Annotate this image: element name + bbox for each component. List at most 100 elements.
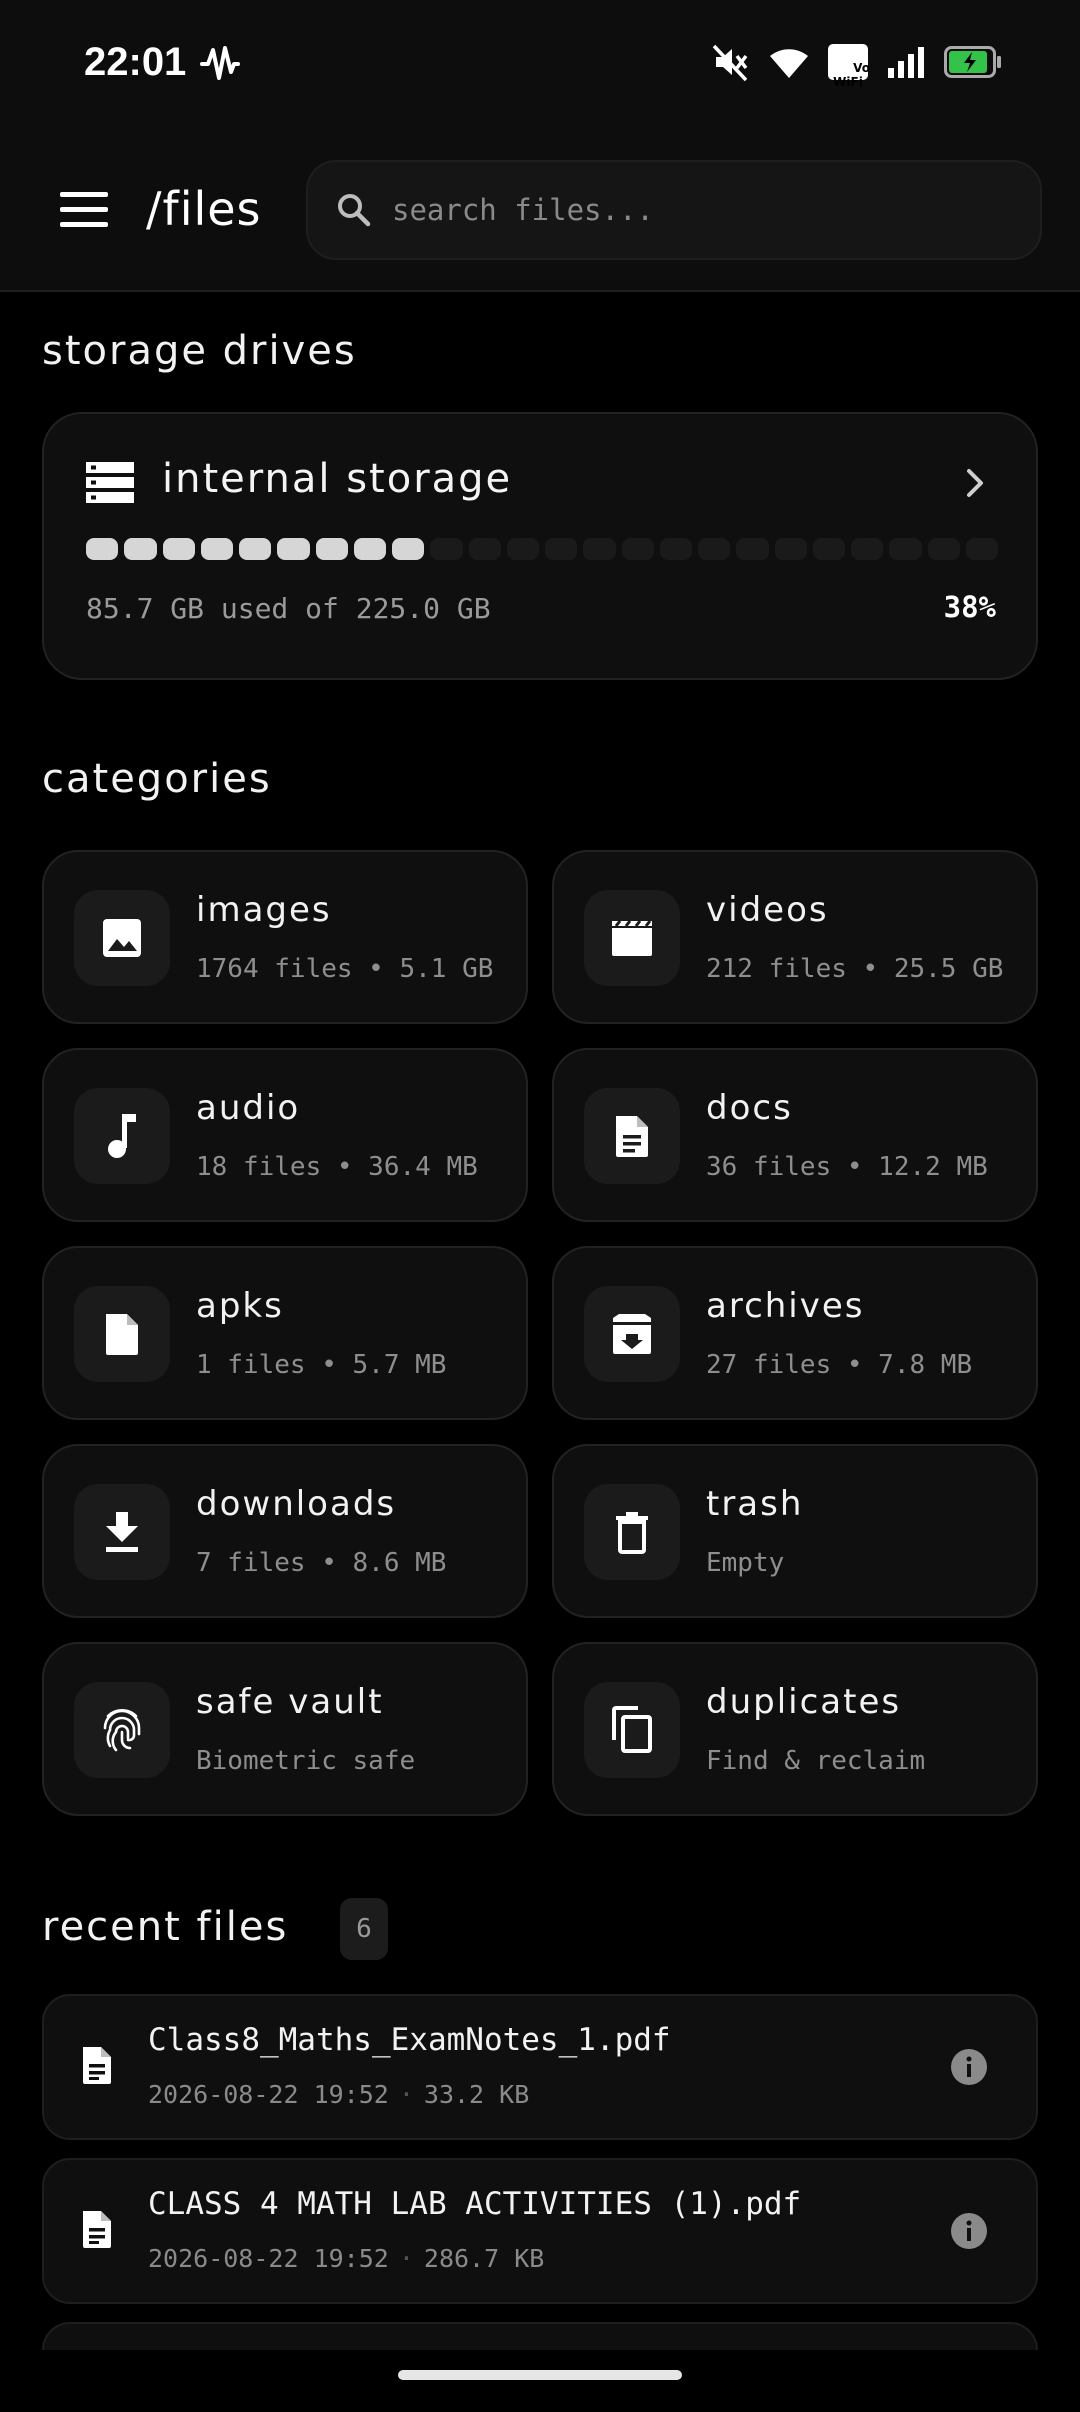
category-archives[interactable]: archives 27 files • 7.8 MB bbox=[552, 1246, 1038, 1420]
drive-name: internal storage bbox=[162, 456, 513, 502]
storage-usage-bar bbox=[86, 538, 998, 560]
vowifi-label: Vo WiFi bbox=[833, 61, 870, 89]
video-icon bbox=[612, 920, 652, 956]
storage-segment bbox=[583, 538, 616, 560]
document-icon bbox=[616, 1116, 648, 1157]
recent-file-row[interactable]: CLASS 4 MATH LAB ACTIVITIES (1).pdf 2026… bbox=[42, 2158, 1038, 2304]
category-safe-vault[interactable]: safe vault Biometric safe bbox=[42, 1642, 528, 1816]
storage-segment bbox=[698, 538, 731, 560]
storage-segment bbox=[889, 538, 922, 560]
home-indicator[interactable] bbox=[398, 2370, 682, 2380]
storage-segment bbox=[851, 538, 884, 560]
fingerprint-icon bbox=[103, 1709, 141, 1752]
file-name: CLASS 4 MATH LAB ACTIVITIES (1).pdf bbox=[148, 2186, 802, 2222]
document-icon bbox=[83, 2211, 111, 2248]
storage-segment bbox=[392, 538, 425, 560]
category-trash[interactable]: trash Empty bbox=[552, 1444, 1038, 1618]
storage-segment bbox=[621, 538, 654, 560]
storage-segment bbox=[506, 538, 539, 560]
file-size: 33.2 KB bbox=[423, 2080, 530, 2109]
category-name: downloads bbox=[196, 1484, 397, 1524]
category-icon-box bbox=[584, 1088, 680, 1184]
storage-segment bbox=[239, 538, 272, 560]
menu-icon[interactable] bbox=[60, 192, 108, 228]
battery-charging-icon bbox=[944, 46, 1001, 78]
category-downloads[interactable]: downloads 7 files • 8.6 MB bbox=[42, 1444, 528, 1618]
status-time: 22:01 bbox=[84, 40, 187, 84]
search-icon bbox=[338, 194, 371, 227]
recent-files-count-badge: 6 bbox=[340, 1898, 388, 1960]
category-icon-box bbox=[584, 1682, 680, 1778]
document-icon bbox=[83, 2047, 111, 2084]
storage-segment bbox=[353, 538, 386, 560]
category-name: trash bbox=[706, 1484, 804, 1524]
storage-segment bbox=[812, 538, 845, 560]
storage-segment bbox=[200, 538, 233, 560]
category-duplicates[interactable]: duplicates Find & reclaim bbox=[552, 1642, 1038, 1816]
download-icon bbox=[106, 1512, 138, 1552]
category-audio[interactable]: audio 18 files • 36.4 MB bbox=[42, 1048, 528, 1222]
category-videos[interactable]: videos 212 files • 25.5 GB bbox=[552, 850, 1038, 1024]
storage-segment bbox=[430, 538, 463, 560]
search-bar[interactable] bbox=[306, 160, 1042, 260]
category-name: archives bbox=[706, 1286, 865, 1326]
storage-section-title: storage drives bbox=[42, 328, 357, 374]
internal-storage-card[interactable]: internal storage 85.7 GB used of 225.0 G… bbox=[42, 412, 1038, 680]
file-icon bbox=[106, 1314, 138, 1355]
category-icon-box bbox=[74, 1682, 170, 1778]
mute-icon bbox=[712, 44, 748, 82]
category-meta: 1 files • 5.7 MB bbox=[196, 1350, 447, 1380]
chevron-right-icon bbox=[967, 469, 983, 497]
category-meta: 36 files • 12.2 MB bbox=[706, 1152, 988, 1182]
storage-segment bbox=[659, 538, 692, 560]
category-icon-box bbox=[74, 1484, 170, 1580]
file-date: 2026-08-22 19:52 bbox=[148, 2080, 389, 2109]
category-meta: 1764 files • 5.1 GB bbox=[196, 954, 494, 984]
copy-icon bbox=[612, 1706, 652, 1753]
file-date: 2026-08-22 19:52 bbox=[148, 2244, 389, 2273]
storage-segment bbox=[162, 538, 195, 560]
vowifi-icon: Vo WiFi bbox=[828, 44, 870, 89]
recent-file-row-partial[interactable] bbox=[42, 2322, 1038, 2350]
category-name: docs bbox=[706, 1088, 793, 1128]
image-icon bbox=[103, 919, 141, 957]
category-images[interactable]: images 1764 files • 5.1 GB bbox=[42, 850, 528, 1024]
search-input[interactable] bbox=[392, 193, 992, 227]
separator-dot: · bbox=[398, 2244, 414, 2273]
category-icon-box bbox=[584, 1484, 680, 1580]
storage-segment bbox=[927, 538, 960, 560]
info-icon[interactable] bbox=[950, 2212, 988, 2250]
file-size: 286.7 KB bbox=[423, 2244, 545, 2273]
page-title: /files bbox=[146, 182, 262, 236]
category-icon-box bbox=[584, 1286, 680, 1382]
category-meta: 18 files • 36.4 MB bbox=[196, 1152, 478, 1182]
recent-files-section-title: recent files bbox=[42, 1904, 289, 1950]
category-meta: 27 files • 7.8 MB bbox=[706, 1350, 973, 1380]
category-meta: Find & reclaim bbox=[706, 1746, 926, 1776]
category-icon-box bbox=[584, 890, 680, 986]
category-name: apks bbox=[196, 1286, 284, 1326]
storage-segment bbox=[545, 538, 578, 560]
storage-segment bbox=[965, 538, 998, 560]
file-meta: 2026-08-22 19:52 · 33.2 KB bbox=[148, 2080, 529, 2109]
file-name: Class8_Maths_ExamNotes_1.pdf bbox=[148, 2022, 671, 2058]
category-docs[interactable]: docs 36 files • 12.2 MB bbox=[552, 1048, 1038, 1222]
status-icons: Vo WiFi bbox=[710, 40, 1002, 89]
category-name: duplicates bbox=[706, 1682, 902, 1722]
category-name: safe vault bbox=[196, 1682, 384, 1722]
category-meta: 212 files • 25.5 GB bbox=[706, 954, 1004, 984]
storage-segment bbox=[277, 538, 310, 560]
info-icon[interactable] bbox=[950, 2048, 988, 2086]
category-icon-box bbox=[74, 890, 170, 986]
recent-file-row[interactable]: Class8_Maths_ExamNotes_1.pdf 2026-08-22 … bbox=[42, 1994, 1038, 2140]
storage-segment bbox=[774, 538, 807, 560]
audio-wave-icon bbox=[200, 46, 240, 80]
storage-icon bbox=[86, 462, 134, 503]
category-apks[interactable]: apks 1 files • 5.7 MB bbox=[42, 1246, 528, 1420]
category-meta: Empty bbox=[706, 1548, 785, 1578]
signal-icon bbox=[888, 47, 924, 78]
storage-segment bbox=[315, 538, 348, 560]
category-icon-box bbox=[74, 1088, 170, 1184]
trash-icon bbox=[616, 1512, 648, 1554]
category-name: videos bbox=[706, 890, 829, 930]
